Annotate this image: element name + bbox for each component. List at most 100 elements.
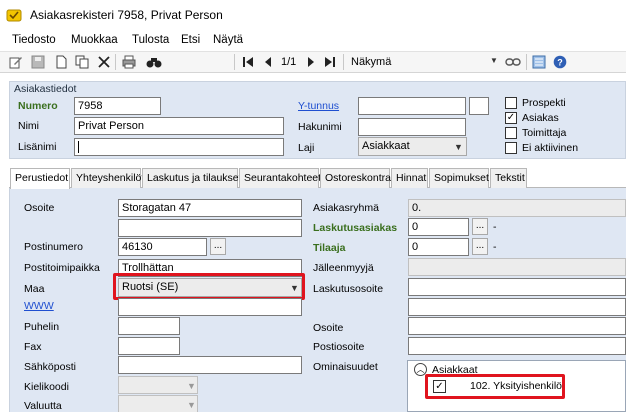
- type-select[interactable]: Asiakkaat: [358, 137, 467, 156]
- currency-select[interactable]: [118, 395, 198, 412]
- toolbar-separator: [115, 54, 116, 70]
- menu-print[interactable]: Tulosta: [132, 34, 169, 46]
- currency-label: Valuutta: [24, 400, 62, 412]
- billing-customer-lookup-button[interactable]: ...: [472, 218, 488, 235]
- language-label: Kielikoodi: [24, 381, 69, 393]
- copy-icon[interactable]: [74, 54, 90, 70]
- menu-file[interactable]: Tiedosto: [12, 34, 56, 46]
- toolbar-separator: [234, 54, 235, 70]
- address-line2-field[interactable]: [118, 219, 302, 237]
- type-label: Laji: [298, 142, 315, 154]
- postcode-field[interactable]: 46130: [118, 238, 207, 256]
- billing-customer-name: -: [493, 221, 497, 233]
- chevron-down-icon[interactable]: ▼: [187, 400, 196, 410]
- country-label: Maa: [24, 283, 45, 295]
- menu-view[interactable]: Näytä: [213, 34, 243, 46]
- extra-name-field[interactable]: [74, 138, 284, 156]
- ytunnus-link[interactable]: Y-tunnus: [298, 100, 339, 112]
- fax-field[interactable]: [118, 337, 180, 355]
- language-select[interactable]: [118, 376, 198, 394]
- properties-label: Ominaisuudet: [313, 361, 378, 373]
- address2-field[interactable]: [408, 317, 626, 335]
- view-label: Näkymä: [351, 56, 392, 68]
- tab-prices[interactable]: Hinnat: [391, 168, 428, 188]
- save-icon[interactable]: [30, 54, 46, 70]
- orderer-label: Tilaaja: [313, 242, 346, 254]
- fax-label: Fax: [24, 341, 42, 353]
- name-label: Nimi: [18, 120, 39, 132]
- customer-group-label: Asiakasryhmä: [313, 202, 379, 214]
- new-document-icon[interactable]: [53, 54, 69, 70]
- tab-tracking[interactable]: Seurantakohteet: [239, 168, 321, 188]
- first-record-icon[interactable]: [240, 54, 256, 70]
- window-title: Asiakasrekisteri 7958, Privat Person: [30, 8, 223, 22]
- ytunnus-field[interactable]: [358, 97, 466, 115]
- search-name-field[interactable]: [358, 118, 466, 136]
- billing-address-field[interactable]: [408, 278, 626, 296]
- postal-address-field[interactable]: [408, 337, 626, 355]
- postal-address-label: Postiosoite: [313, 341, 365, 353]
- address-field[interactable]: Storagatan 47: [118, 199, 302, 217]
- print-icon[interactable]: [121, 54, 137, 70]
- customer-group-field[interactable]: 0.: [408, 199, 626, 217]
- list-view-icon[interactable]: [531, 54, 547, 70]
- orderer-lookup-button[interactable]: ...: [472, 238, 488, 255]
- tab-texts[interactable]: Tekstit: [490, 168, 527, 188]
- prospect-label: Prospekti: [522, 97, 566, 109]
- address2-label: Osoite: [313, 322, 344, 334]
- edit-icon[interactable]: [8, 54, 24, 70]
- www-field[interactable]: [118, 298, 302, 316]
- ytunnus-extra-field[interactable]: [469, 97, 489, 115]
- phone-label: Puhelin: [24, 321, 60, 333]
- address-label: Osoite: [24, 202, 55, 214]
- prospect-checkbox[interactable]: [505, 97, 517, 109]
- email-field[interactable]: [118, 356, 302, 374]
- svg-text:?: ?: [557, 58, 563, 68]
- menu-edit[interactable]: Muokkaa: [71, 34, 118, 46]
- last-record-icon[interactable]: [322, 54, 338, 70]
- supplier-label: Toimittaja: [522, 127, 567, 139]
- link-icon[interactable]: [505, 54, 521, 70]
- www-link[interactable]: WWW: [24, 300, 54, 312]
- extra-name-label: Lisänimi: [18, 141, 57, 153]
- tab-purchase-ledger[interactable]: Ostoreskontra: [320, 168, 391, 188]
- chevron-down-icon[interactable]: ▼: [187, 381, 196, 391]
- text-cursor: [78, 141, 79, 153]
- toolbar-separator: [343, 54, 344, 70]
- billing-address-line2-field[interactable]: [408, 298, 626, 316]
- inactive-label: Ei aktiivinen: [522, 142, 579, 154]
- record-pager: 1/1: [281, 56, 297, 68]
- city-label: Postitoimipaikka: [24, 262, 100, 274]
- menu-search[interactable]: Etsi: [181, 34, 200, 46]
- next-record-icon[interactable]: [303, 54, 319, 70]
- tab-agreements[interactable]: Sopimukset: [429, 168, 489, 188]
- reseller-label: Jälleenmyyjä: [313, 262, 374, 274]
- chevron-down-icon[interactable]: ▼: [454, 142, 463, 152]
- reseller-field[interactable]: [408, 258, 626, 276]
- supplier-checkbox[interactable]: [505, 127, 517, 139]
- email-label: Sähköposti: [24, 361, 76, 373]
- postcode-label: Postinumero: [24, 241, 83, 253]
- name-field[interactable]: Privat Person: [74, 117, 284, 135]
- customer-checkbox[interactable]: ✓: [505, 112, 517, 124]
- help-icon[interactable]: ?: [552, 54, 568, 70]
- toolbar-separator: [526, 54, 527, 70]
- number-label: Numero: [18, 100, 58, 112]
- tab-billing-orders[interactable]: Laskutus ja tilaukset: [142, 168, 242, 188]
- inactive-checkbox[interactable]: [505, 142, 517, 154]
- phone-field[interactable]: [118, 317, 180, 335]
- tab-basic-info[interactable]: Perustiedot: [10, 168, 70, 189]
- search-name-label: Hakunimi: [298, 121, 342, 133]
- previous-record-icon[interactable]: [260, 54, 276, 70]
- chevron-down-icon[interactable]: ▼: [490, 56, 498, 65]
- binoculars-icon[interactable]: [146, 54, 162, 70]
- customer-type-highlight: [425, 374, 565, 399]
- tab-contacts[interactable]: Yhteyshenkilöt: [71, 168, 144, 188]
- customer-info-title: Asiakastiedot: [14, 83, 77, 95]
- delete-icon[interactable]: [96, 54, 112, 70]
- orderer-field[interactable]: 0: [408, 238, 469, 256]
- billing-customer-field[interactable]: 0: [408, 218, 469, 236]
- billing-customer-label: Laskutusasiakas: [313, 222, 398, 234]
- postcode-lookup-button[interactable]: ...: [210, 238, 226, 255]
- number-field[interactable]: 7958: [74, 97, 161, 115]
